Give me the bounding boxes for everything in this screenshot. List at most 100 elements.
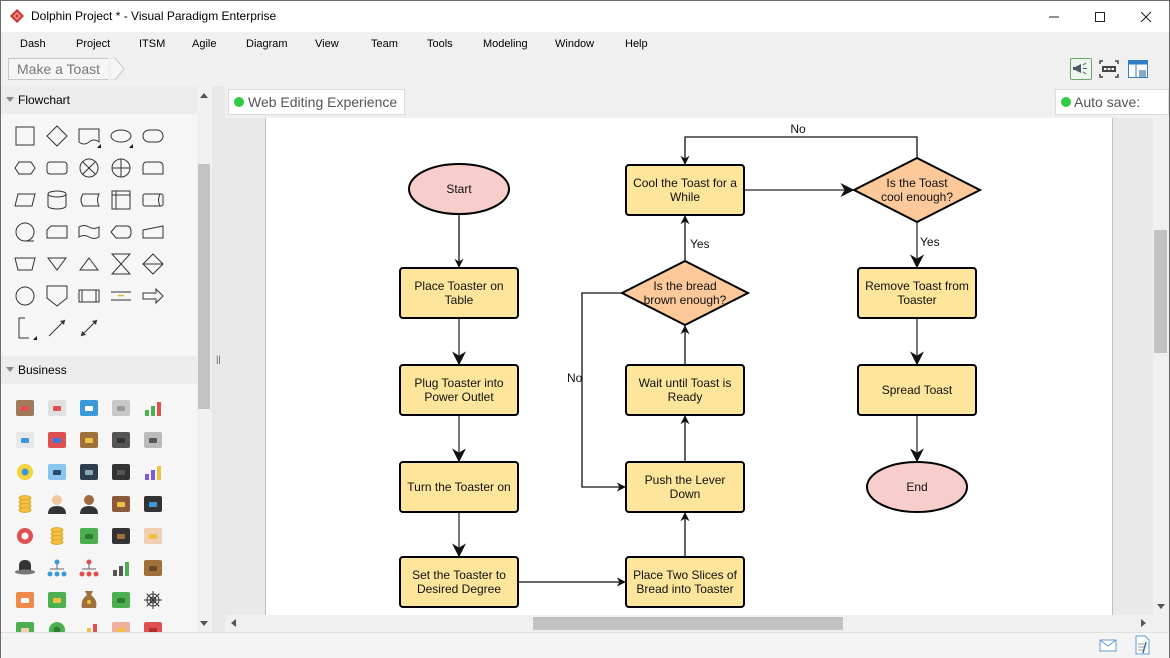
node-end[interactable]: End bbox=[866, 461, 968, 513]
shape-display[interactable] bbox=[107, 218, 135, 246]
money-bag-icon[interactable] bbox=[81, 591, 97, 608]
diagram-canvas[interactable]: Start Place Toaster on Table Plug Toaster i… bbox=[265, 118, 1113, 615]
shape-document[interactable] bbox=[75, 122, 103, 150]
shape-block-arrow[interactable] bbox=[139, 282, 167, 310]
palette-scroll-thumb[interactable] bbox=[198, 164, 210, 409]
menu-itsm[interactable]: ITSM bbox=[139, 38, 165, 50]
shape-extract[interactable] bbox=[75, 250, 103, 278]
mail-icon[interactable] bbox=[1099, 635, 1117, 655]
shape-off-page-reference[interactable] bbox=[43, 282, 71, 310]
section-flowchart-header[interactable]: Flowchart bbox=[1, 86, 197, 114]
announcement-button[interactable] bbox=[1070, 58, 1092, 80]
node-turn-on[interactable]: Turn the Toaster on bbox=[399, 461, 519, 513]
node-start[interactable]: Start bbox=[408, 163, 510, 215]
shape-or[interactable] bbox=[107, 154, 135, 182]
office-building-icon[interactable] bbox=[144, 432, 162, 448]
canvas-vertical-scroll-thumb[interactable] bbox=[1154, 230, 1167, 353]
close-button[interactable] bbox=[1123, 1, 1169, 32]
menu-view[interactable]: View bbox=[315, 38, 339, 50]
shape-preparation[interactable] bbox=[11, 154, 39, 182]
shape-collate[interactable] bbox=[107, 250, 135, 278]
anvil-hammer-icon[interactable] bbox=[112, 528, 130, 544]
shape-card[interactable] bbox=[139, 218, 167, 246]
shape-internal-storage[interactable] bbox=[107, 186, 135, 214]
splitter-grip-icon[interactable]: || bbox=[216, 354, 221, 364]
growth-chart-icon[interactable] bbox=[145, 402, 161, 416]
shape-rounded-rectangle[interactable] bbox=[43, 154, 71, 182]
spider-web-icon[interactable] bbox=[144, 591, 162, 609]
office-chair-icon[interactable] bbox=[112, 464, 130, 480]
donut-chart-icon[interactable] bbox=[145, 466, 161, 480]
scroll-down-arrow-icon[interactable] bbox=[200, 621, 208, 626]
document-edit-icon[interactable] bbox=[1133, 635, 1151, 655]
canvas-horizontal-scroll-thumb[interactable] bbox=[533, 617, 843, 630]
shape-sort[interactable] bbox=[139, 250, 167, 278]
certificate-board-icon[interactable] bbox=[16, 400, 34, 416]
math-operations-icon[interactable] bbox=[16, 592, 34, 608]
shape-stored-data[interactable] bbox=[75, 186, 103, 214]
menu-diagram[interactable]: Diagram bbox=[246, 38, 288, 50]
shape-database[interactable] bbox=[43, 186, 71, 214]
shape-connector-line[interactable] bbox=[43, 314, 71, 342]
org-chart-red-icon[interactable] bbox=[79, 559, 99, 577]
panel-layout-button[interactable] bbox=[1127, 58, 1149, 80]
node-push-lever[interactable]: Push the LeverDown bbox=[625, 461, 745, 513]
menu-window[interactable]: Window bbox=[555, 38, 594, 50]
coins-icon[interactable] bbox=[18, 495, 32, 513]
shape-ellipse[interactable] bbox=[107, 122, 135, 150]
target-icon[interactable] bbox=[17, 528, 33, 544]
shape-summing-junction[interactable] bbox=[75, 154, 103, 182]
breadcrumb-diagram[interactable]: Make a Toast bbox=[8, 58, 109, 80]
businesswoman-icon[interactable] bbox=[48, 495, 66, 514]
money-plant-icon[interactable] bbox=[80, 528, 98, 544]
light-bulb-icon[interactable] bbox=[17, 464, 33, 480]
shape-direct-access-storage[interactable] bbox=[139, 186, 167, 214]
section-business-header[interactable]: Business bbox=[1, 356, 197, 384]
canvas-vertical-scrollbar[interactable] bbox=[1153, 118, 1169, 615]
menu-project[interactable]: Project bbox=[76, 38, 110, 50]
shape-off-page-connector[interactable] bbox=[11, 282, 39, 310]
menu-modeling[interactable]: Modeling bbox=[483, 38, 528, 50]
menu-tools[interactable]: Tools bbox=[427, 38, 453, 50]
node-place-toaster[interactable]: Place Toaster onTable bbox=[399, 267, 519, 319]
shape-data[interactable] bbox=[11, 186, 39, 214]
autosave-badge[interactable]: Auto save: On bbox=[1055, 89, 1169, 134]
node-cool-toast[interactable]: Cool the Toast for aWhile bbox=[625, 164, 745, 216]
fit-screen-button[interactable] bbox=[1098, 58, 1120, 80]
certificate-icon[interactable] bbox=[48, 400, 66, 416]
briefcase-brown-icon[interactable] bbox=[80, 432, 98, 448]
notebook-icon[interactable] bbox=[112, 496, 130, 512]
shape-process[interactable] bbox=[11, 122, 39, 150]
briefcase-dark-icon[interactable] bbox=[112, 432, 130, 448]
binders-icon[interactable] bbox=[48, 432, 66, 448]
web-editing-badge[interactable]: Web Editing Experience bbox=[228, 89, 406, 115]
auction-gavel-icon[interactable] bbox=[144, 560, 162, 576]
node-wait-ready[interactable]: Wait until Toast isReady bbox=[625, 364, 745, 416]
calculator-icon[interactable] bbox=[80, 464, 98, 480]
shape-predefined-process[interactable] bbox=[75, 282, 103, 310]
laptop-chart-icon[interactable] bbox=[113, 562, 129, 576]
canvas-scroll-down-arrow-icon[interactable] bbox=[1157, 604, 1165, 609]
gold-bars-icon[interactable] bbox=[50, 527, 64, 545]
banknote-icon[interactable] bbox=[112, 592, 130, 608]
scroll-up-arrow-icon[interactable] bbox=[200, 93, 208, 98]
node-plug-toaster[interactable]: Plug Toaster intoPower Outlet bbox=[399, 364, 519, 416]
percent-badge-icon[interactable] bbox=[49, 622, 65, 632]
shape-terminator[interactable] bbox=[139, 122, 167, 150]
shape-annotation[interactable]: ••• bbox=[107, 282, 135, 310]
pie-chart-icon[interactable] bbox=[81, 624, 97, 632]
shape-punched-tape[interactable] bbox=[75, 218, 103, 246]
shape-decision[interactable] bbox=[43, 122, 71, 150]
cash-coins-icon[interactable] bbox=[48, 592, 66, 608]
stapler-icon[interactable] bbox=[144, 622, 162, 632]
shape-bidirectional-line[interactable] bbox=[75, 314, 103, 342]
hand-coins-icon[interactable] bbox=[144, 528, 162, 544]
piggy-bank-icon[interactable] bbox=[112, 622, 130, 632]
node-place-slices[interactable]: Place Two Slices ofBread into Toaster bbox=[625, 556, 745, 608]
presentation-icon[interactable] bbox=[16, 432, 34, 448]
shape-manual-input[interactable] bbox=[43, 218, 71, 246]
org-chart-blue-icon[interactable] bbox=[47, 559, 67, 577]
factory-icon[interactable] bbox=[144, 496, 162, 512]
cash-hand-icon[interactable] bbox=[16, 622, 34, 632]
businessman-icon[interactable] bbox=[80, 495, 98, 514]
